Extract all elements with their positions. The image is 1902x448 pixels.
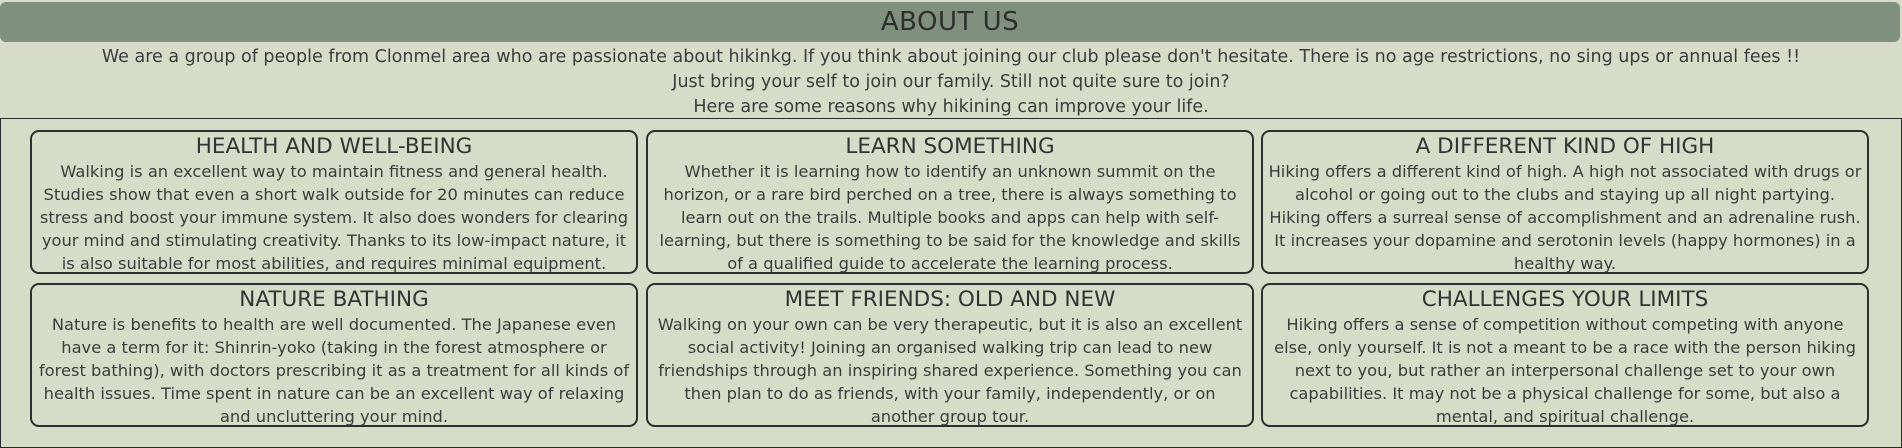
intro-line-1: We are a group of people from Clonmel ar… — [101, 47, 1801, 67]
card-title: A DIFFERENT KIND OF HIGH — [1415, 134, 1715, 159]
intro-line-3: Here are some reasons why hikining can i… — [693, 97, 1209, 117]
about-us-banner: ABOUT US — [0, 2, 1900, 42]
intro-line-2: Just bring your self to join our family.… — [672, 72, 1230, 92]
card-text: Walking on your own can be very therapeu… — [657, 315, 1243, 426]
card-meet-friends: MEET FRIENDS: OLD AND NEW Walking on you… — [646, 283, 1254, 427]
card-text: Hiking offers a sense of competition wit… — [1274, 315, 1856, 426]
card-title: HEALTH AND WELL-BEING — [195, 134, 473, 159]
page-title: ABOUT US — [880, 7, 1020, 37]
card-nature-bathing: NATURE BATHING Nature is benefits to hea… — [30, 283, 638, 427]
card-title: LEARN SOMETHING — [845, 134, 1055, 159]
card-text: Whether it is learning how to identify a… — [659, 162, 1241, 273]
card-title: MEET FRIENDS: OLD AND NEW — [784, 287, 1116, 312]
reasons-grid: HEALTH AND WELL-BEING Walking is an exce… — [0, 118, 1902, 448]
card-text: Nature is benefits to health are well do… — [38, 315, 630, 426]
intro-text: We are a group of people from Clonmel ar… — [0, 45, 1902, 120]
card-learn-something: LEARN SOMETHING Whether it is learning h… — [646, 130, 1254, 274]
card-title: NATURE BATHING — [239, 287, 429, 312]
card-health-and-well-being: HEALTH AND WELL-BEING Walking is an exce… — [30, 130, 638, 274]
card-different-kind-of-high: A DIFFERENT KIND OF HIGH Hiking offers a… — [1261, 130, 1869, 274]
card-text: Hiking offers a different kind of high. … — [1268, 162, 1862, 273]
card-text: Walking is an excellent way to maintain … — [39, 162, 629, 273]
card-title: CHALLENGES YOUR LIMITS — [1421, 287, 1709, 312]
card-challenges-your-limits: CHALLENGES YOUR LIMITS Hiking offers a s… — [1261, 283, 1869, 427]
